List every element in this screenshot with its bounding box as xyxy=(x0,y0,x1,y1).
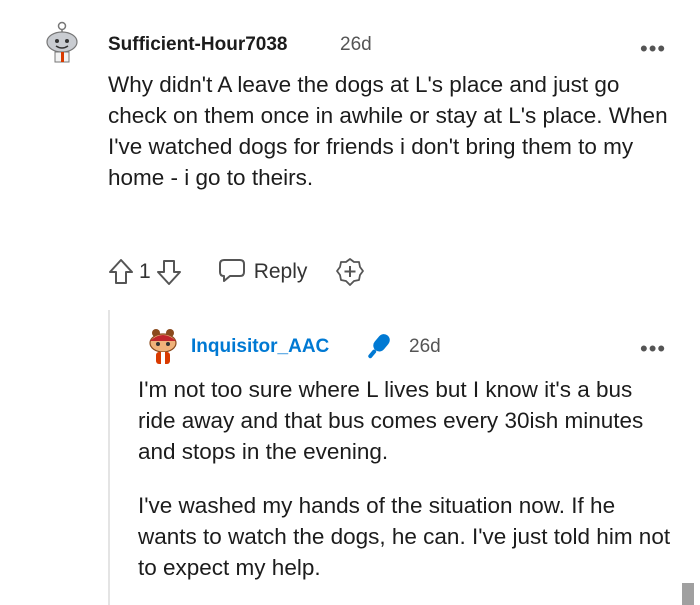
award-plus-icon[interactable] xyxy=(335,257,365,287)
reply-label: Reply xyxy=(253,260,308,283)
downvote-arrow-icon[interactable] xyxy=(156,258,182,286)
comment-timestamp[interactable]: 26d xyxy=(340,34,372,56)
reply-paragraph-1: I'm not too sure where L lives but I kno… xyxy=(138,377,644,464)
microphone-icon xyxy=(360,329,396,370)
comment-actions: 1 Reply xyxy=(108,254,365,290)
more-options-button[interactable]: ••• xyxy=(640,38,666,60)
reply-avatar[interactable] xyxy=(142,325,184,367)
reply-button[interactable]: Reply xyxy=(218,257,308,288)
thread-line[interactable] xyxy=(108,310,110,605)
upvote-arrow-icon[interactable] xyxy=(108,258,134,286)
speech-bubble-icon xyxy=(218,257,246,288)
reply-more-options-button[interactable]: ••• xyxy=(640,338,666,360)
comment-body: Why didn't A leave the dogs at L's place… xyxy=(108,72,668,190)
reply-timestamp[interactable]: 26d xyxy=(409,336,441,358)
scrollbar[interactable] xyxy=(682,583,694,605)
vote-count: 1 xyxy=(139,260,151,283)
reply-author[interactable]: Inquisitor_AAC xyxy=(191,336,329,358)
avatar[interactable] xyxy=(40,20,84,64)
comment-author[interactable]: Sufficient-Hour7038 xyxy=(108,34,287,56)
reply-paragraph-2: I've washed my hands of the situation no… xyxy=(138,493,671,580)
